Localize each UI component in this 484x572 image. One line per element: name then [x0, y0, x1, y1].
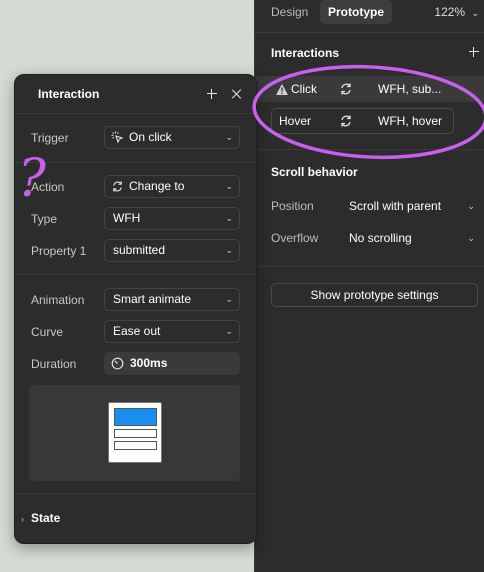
state-section-toggle[interactable]: › State — [21, 511, 60, 525]
chevron-down-icon: ⌄ — [225, 132, 233, 142]
interaction-trigger-label: Hover — [279, 114, 312, 128]
overflow-select[interactable]: No scrolling ⌄ — [341, 227, 481, 249]
tab-design[interactable]: Design — [271, 0, 308, 24]
zoom-dropdown[interactable]: 122% ⌄ — [434, 0, 479, 24]
type-label: Type — [31, 212, 58, 226]
animation-preview — [29, 385, 240, 481]
animation-value: Smart animate — [113, 292, 192, 306]
interaction-row-click[interactable]: Click WFH, sub... — [255, 76, 484, 102]
interaction-trigger-label: Click — [291, 82, 317, 96]
chevron-down-icon: ⌄ — [225, 245, 233, 255]
interaction-row-hover[interactable]: Hover WFH, hover — [271, 108, 454, 134]
change-to-icon — [341, 83, 351, 95]
action-value: Change to — [129, 179, 185, 193]
property-value: submitted — [113, 243, 166, 257]
change-to-icon — [341, 115, 351, 127]
state-label: State — [31, 511, 61, 525]
position-select[interactable]: Scroll with parent ⌄ — [341, 195, 481, 217]
panel-tabs: Design Prototype 122% ⌄ — [255, 0, 484, 26]
divider — [15, 274, 256, 275]
chevron-down-icon: ⌄ — [467, 201, 475, 211]
preview-frame — [108, 402, 162, 463]
chevron-down-icon: ⌄ — [471, 8, 479, 18]
warning-icon — [276, 84, 288, 95]
type-value: WFH — [113, 211, 141, 225]
divider — [255, 266, 484, 267]
position-value: Scroll with parent — [349, 199, 442, 213]
interaction-destination: WFH, hover — [378, 114, 443, 128]
interactions-title: Interactions — [271, 46, 340, 60]
animation-select[interactable]: Smart animate ⌄ — [104, 288, 240, 311]
interaction-destination: WFH, sub... — [378, 82, 442, 96]
chevron-down-icon: ⌄ — [225, 213, 233, 223]
click-icon — [111, 131, 124, 144]
trigger-select[interactable]: On click ⌄ — [104, 126, 240, 149]
show-prototype-settings-button[interactable]: Show prototype settings — [271, 283, 478, 307]
duration-value: 300ms — [130, 356, 168, 370]
close-icon[interactable] — [232, 89, 242, 99]
property-select[interactable]: submitted ⌄ — [104, 239, 240, 262]
trigger-value: On click — [129, 130, 172, 144]
scroll-behavior-title: Scroll behavior — [271, 165, 358, 179]
action-label: Action — [31, 180, 65, 194]
divider — [15, 113, 256, 114]
duration-label: Duration — [31, 357, 77, 371]
chevron-right-icon: › — [21, 514, 24, 524]
trigger-label: Trigger — [31, 131, 69, 145]
interaction-panel-title: Interaction — [38, 87, 100, 101]
curve-label: Curve — [31, 325, 64, 339]
chevron-down-icon: ⌄ — [225, 294, 233, 304]
preview-block — [114, 441, 157, 450]
change-to-icon — [113, 181, 122, 192]
zoom-level: 122% — [434, 5, 466, 19]
add-icon[interactable] — [207, 89, 217, 99]
curve-select[interactable]: Ease out ⌄ — [104, 320, 240, 343]
chevron-down-icon: ⌄ — [225, 326, 233, 336]
preview-block — [114, 429, 157, 438]
divider — [255, 149, 484, 150]
duration-input[interactable]: 300ms — [104, 352, 240, 375]
animation-label: Animation — [31, 293, 85, 307]
divider — [15, 493, 256, 494]
tab-prototype[interactable]: Prototype — [320, 0, 393, 24]
divider — [255, 32, 484, 33]
position-label: Position — [271, 199, 314, 213]
action-select[interactable]: Change to ⌄ — [104, 175, 240, 198]
prototype-properties-panel: Design Prototype 122% ⌄ Interactions Cli… — [254, 0, 484, 572]
preview-block-highlight — [114, 408, 157, 426]
add-interaction-icon[interactable] — [469, 47, 479, 57]
curve-value: Ease out — [113, 324, 161, 338]
overflow-value: No scrolling — [349, 231, 412, 245]
timer-icon — [111, 357, 124, 370]
chevron-down-icon: ⌄ — [225, 181, 233, 191]
divider — [15, 162, 256, 163]
type-select[interactable]: WFH ⌄ — [104, 207, 240, 230]
chevron-down-icon: ⌄ — [467, 233, 475, 243]
property-label: Property 1 — [31, 244, 87, 258]
interaction-panel: Interaction Trigger On click ⌄ Action Ch… — [14, 74, 257, 544]
overflow-label: Overflow — [271, 231, 319, 245]
